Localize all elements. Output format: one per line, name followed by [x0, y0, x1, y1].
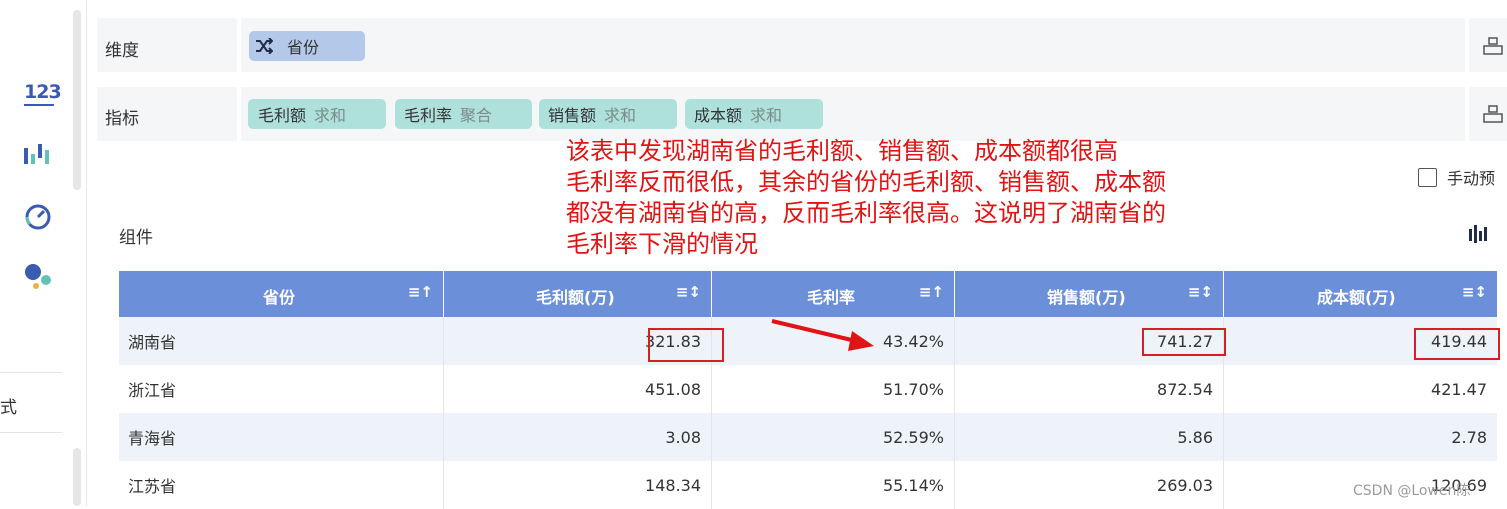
hierarchy-icon: [1483, 37, 1503, 55]
dimension-shelf-label: 维度: [105, 41, 139, 61]
dimension-pill-label: 省份: [287, 38, 320, 57]
cell-sales: 872.54: [955, 365, 1224, 413]
sort-asc-icon[interactable]: ≡↑: [408, 283, 433, 301]
dimension-pill-province[interactable]: 省份: [249, 31, 365, 61]
measure-shelf[interactable]: 毛利额 求和 毛利率 聚合 销售额 求和 成本额 求和: [241, 87, 1465, 141]
column-header-sales[interactable]: 销售额(万) ≡↕: [955, 271, 1224, 317]
pill-agg: 求和: [314, 106, 347, 125]
sort-toggle-icon[interactable]: ≡↕: [1462, 283, 1487, 301]
pill-name: 毛利额: [258, 106, 307, 125]
measure-pill-cost[interactable]: 成本额 求和: [685, 99, 823, 129]
cell-sales: 269.03: [955, 461, 1224, 509]
component-title: 组件: [119, 228, 153, 248]
table-row[interactable]: 江苏省 148.34 55.14% 269.03 120.69: [119, 461, 1497, 509]
left-rail-scrollbar-lower[interactable]: [73, 448, 81, 506]
column-header-label: 成本额(万): [1317, 288, 1396, 307]
pill-agg: 求和: [750, 106, 783, 125]
pill-agg: 求和: [604, 106, 637, 125]
shuffle-icon: [256, 38, 273, 54]
annotation-line: 都没有湖南省的高，反而毛利率很高。这说明了湖南省的: [566, 199, 1166, 227]
measure-shelf-label: 指标: [105, 109, 139, 129]
measure-pill-sales[interactable]: 销售额 求和: [539, 99, 677, 129]
column-header-cost[interactable]: 成本额(万) ≡↕: [1224, 271, 1497, 317]
manual-preview-checkbox[interactable]: 手动预: [1418, 165, 1495, 189]
cell-gross-profit: 148.34: [444, 461, 712, 509]
bar-chart-icon[interactable]: [22, 142, 54, 168]
red-arrow-icon: [771, 319, 874, 351]
measure-pill-gross-profit[interactable]: 毛利额 求和: [248, 99, 386, 129]
sort-toggle-icon[interactable]: ≡↕: [676, 283, 701, 301]
rail-divider: [0, 372, 62, 373]
pill-name: 成本额: [694, 106, 743, 125]
sort-toggle-icon[interactable]: ≡↕: [1188, 283, 1213, 301]
cell-province: 青海省: [119, 413, 444, 461]
cell-sales: 5.86: [955, 413, 1224, 461]
manual-preview-label: 手动预: [1447, 169, 1496, 188]
rail-divider: [0, 432, 62, 433]
pill-name: 毛利率: [404, 106, 453, 125]
pill-name: 销售额: [548, 106, 597, 125]
column-header-label: 毛利额(万): [536, 288, 615, 307]
cell-margin-rate: 55.14%: [712, 461, 955, 509]
cell-province: 江苏省: [119, 461, 444, 509]
annotation-note: 该表中发现湖南省的毛利额、销售额、成本额都很高 毛利率反而很低，其余的省份的毛利…: [566, 136, 1266, 260]
column-header-gross-profit[interactable]: 毛利额(万) ≡↕: [444, 271, 712, 317]
left-rail-scrollbar[interactable]: [73, 10, 81, 190]
annotation-line: 该表中发现湖南省的毛利额、销售额、成本额都很高: [566, 137, 1118, 165]
dimension-shelf[interactable]: 省份: [241, 18, 1465, 72]
table-row[interactable]: 青海省 3.08 52.59% 5.86 2.78: [119, 413, 1497, 461]
highlight-box-cost: [1414, 328, 1500, 360]
table-header-row: 省份 ≡↑ 毛利额(万) ≡↕ 毛利率 ≡↑ 销售额(万) ≡↕ 成本额(万) …: [119, 271, 1497, 317]
dots-cluster-icon[interactable]: [22, 260, 54, 292]
measure-pill-margin-rate[interactable]: 毛利率 聚合: [395, 99, 532, 129]
data-table: 省份 ≡↑ 毛利额(万) ≡↕ 毛利率 ≡↑ 销售额(万) ≡↕ 成本额(万) …: [119, 271, 1497, 509]
sort-asc-icon[interactable]: ≡↑: [919, 283, 944, 301]
cell-cost: 2.78: [1451, 427, 1487, 447]
watermark: CSDN @Lowen陈: [1353, 483, 1471, 499]
hierarchy-icon: [1483, 105, 1503, 123]
column-header-label: 销售额(万): [1047, 288, 1126, 307]
annotation-line: 毛利率反而很低，其余的省份的毛利额、销售额、成本额: [566, 168, 1166, 196]
number-123-icon[interactable]: 123: [24, 82, 62, 106]
column-header-label: 毛利率: [807, 288, 856, 307]
table-row[interactable]: 浙江省 451.08 51.70% 872.54 421.47: [119, 365, 1497, 413]
cell-gross-profit: 451.08: [444, 365, 712, 413]
cell-margin-rate: 51.70%: [712, 365, 955, 413]
cell-province: 浙江省: [119, 365, 444, 413]
gauge-icon[interactable]: [22, 202, 54, 230]
checkbox-box[interactable]: [1418, 167, 1437, 187]
column-header-margin-rate[interactable]: 毛利率 ≡↑: [712, 271, 955, 317]
chart-type-icon[interactable]: [1467, 223, 1491, 245]
dimension-shelf-action[interactable]: [1469, 18, 1507, 72]
rail-truncated-label[interactable]: 式: [0, 393, 17, 418]
highlight-box-sales: [1142, 328, 1226, 356]
cell-province: 湖南省: [119, 317, 444, 365]
cell-gross-profit: 3.08: [444, 413, 712, 461]
column-header-province[interactable]: 省份 ≡↑: [119, 271, 444, 317]
rail-border: [86, 0, 87, 506]
cell-cost: 421.47: [1431, 379, 1487, 399]
annotation-line: 毛利率下滑的情况: [566, 230, 758, 258]
pill-agg: 聚合: [460, 106, 493, 125]
column-header-label: 省份: [263, 288, 296, 307]
measure-shelf-action[interactable]: [1469, 87, 1507, 141]
highlight-box-gross-profit: [648, 328, 724, 362]
cell-margin-rate: 52.59%: [712, 413, 955, 461]
